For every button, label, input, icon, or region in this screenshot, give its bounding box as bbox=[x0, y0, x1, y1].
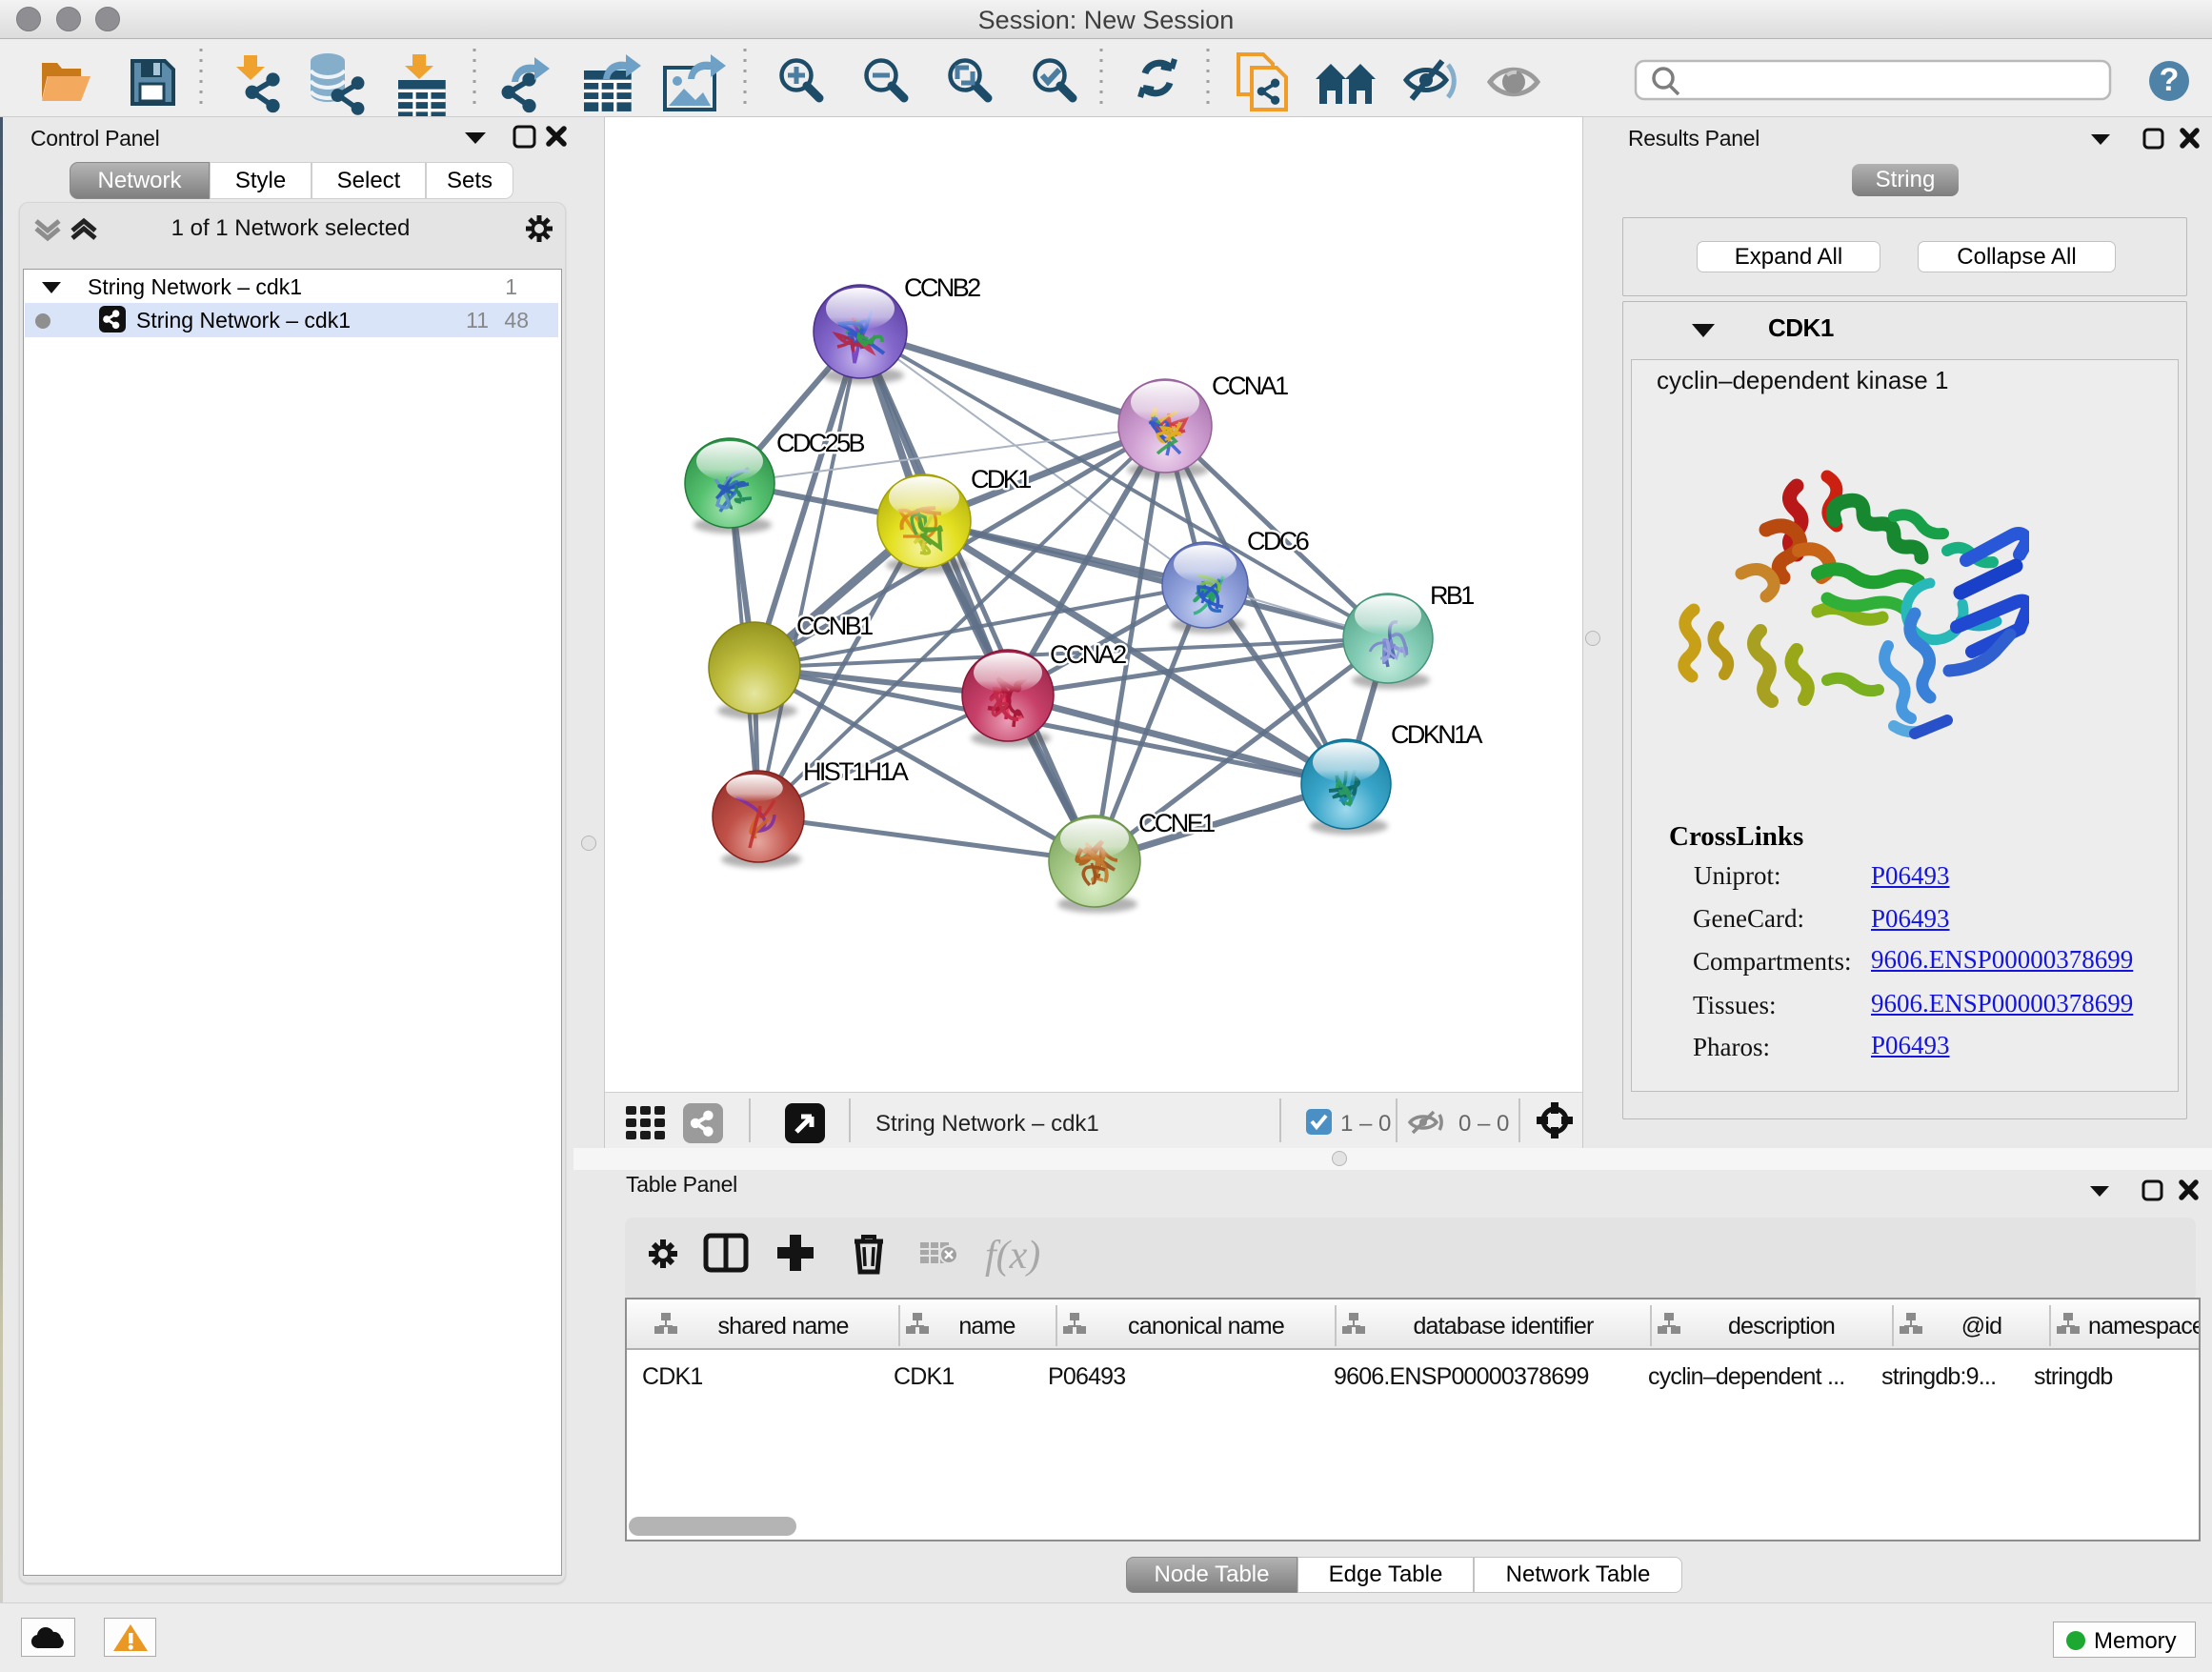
svg-text:f(x): f(x) bbox=[985, 1234, 1040, 1278]
svg-text:CDK1: CDK1 bbox=[642, 1363, 703, 1390]
svg-text:stringdb: stringdb bbox=[2034, 1363, 2113, 1390]
svg-text:database identifier: database identifier bbox=[1413, 1313, 1594, 1340]
svg-text:CDK1: CDK1 bbox=[894, 1363, 955, 1390]
svg-text:namespace: namespace bbox=[2088, 1313, 2199, 1340]
svg-text:description: description bbox=[1728, 1313, 1835, 1340]
svg-text:9606.ENSP00000378699: 9606.ENSP00000378699 bbox=[1334, 1363, 1589, 1390]
svg-text:@id: @id bbox=[1961, 1313, 2001, 1340]
svg-text:HIST1H1A: HIST1H1A bbox=[803, 757, 909, 786]
svg-text:name: name bbox=[958, 1313, 1015, 1340]
svg-text:CCNA1: CCNA1 bbox=[1212, 372, 1288, 400]
svg-text:CDC25B: CDC25B bbox=[776, 429, 865, 457]
svg-text:CDKN1A: CDKN1A bbox=[1391, 720, 1483, 749]
svg-text:CCNB1: CCNB1 bbox=[796, 612, 873, 640]
svg-text:CDK1: CDK1 bbox=[971, 465, 1031, 494]
svg-text:stringdb:9...: stringdb:9... bbox=[1881, 1363, 1996, 1390]
svg-text:CCNA2: CCNA2 bbox=[1050, 640, 1126, 669]
svg-text:String Network – cdk1: String Network – cdk1 bbox=[875, 1111, 1099, 1137]
svg-text:?: ? bbox=[2160, 62, 2180, 98]
svg-text:canonical name: canonical name bbox=[1128, 1313, 1284, 1340]
svg-text:shared name: shared name bbox=[717, 1313, 848, 1340]
svg-text:RB1: RB1 bbox=[1430, 581, 1474, 610]
svg-text:0 – 0: 0 – 0 bbox=[1458, 1111, 1509, 1137]
svg-text:CCNE1: CCNE1 bbox=[1138, 809, 1215, 837]
svg-text:1 – 0: 1 – 0 bbox=[1340, 1111, 1391, 1137]
svg-text:CCNB2: CCNB2 bbox=[904, 273, 980, 302]
svg-text:cyclin–dependent ...: cyclin–dependent ... bbox=[1648, 1363, 1844, 1390]
svg-text:P06493: P06493 bbox=[1048, 1363, 1125, 1390]
svg-text:CDC6: CDC6 bbox=[1247, 527, 1309, 555]
